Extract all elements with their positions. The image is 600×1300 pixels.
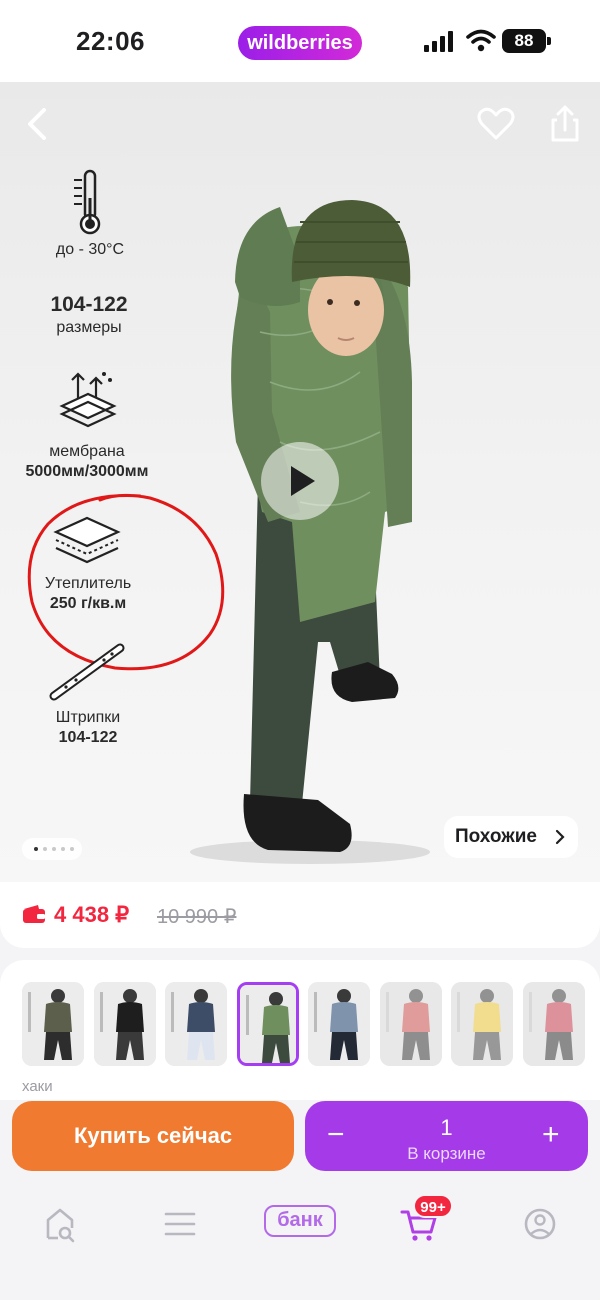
membrane-icon [59,372,117,428]
pagination-dot [43,847,47,851]
price-section: 4 438 ₽ 10 990 ₽ [0,882,600,948]
old-price: 10 990 ₽ [157,906,237,928]
variant-photo [165,982,227,1066]
favorite-button[interactable] [474,102,518,146]
play-video-button[interactable] [261,442,339,520]
menu-icon [164,1212,196,1236]
variant-photo [379,982,442,1066]
product-gallery[interactable]: до - 30°C 104-122 размеры мембрана 5000м… [0,82,600,882]
variant-photo [522,982,585,1066]
variant-photo [308,982,370,1066]
variant-thumbnail[interactable] [236,982,299,1066]
variant-photo [93,982,156,1066]
tab-profile[interactable] [518,1204,562,1244]
chevron-right-icon [555,829,565,845]
pagination-dot-active [34,847,38,851]
share-icon [551,105,579,142]
variant-thumbnail[interactable] [379,982,442,1066]
variant-photo [451,982,513,1066]
pagination-dot [61,847,65,851]
insulation-layers-icon [53,516,121,564]
bottom-tab-bar: банк 99+ [0,1186,600,1300]
variant-thumbnail[interactable] [308,982,370,1066]
play-icon [291,466,315,496]
heart-icon [477,107,515,140]
selected-color-label: хаки [22,1078,53,1095]
feature-membrane: мембрана 5000мм/3000мм [14,442,160,482]
similar-products-button[interactable]: Похожие [444,816,578,858]
feature-sizes: 104-122 размеры [30,292,148,338]
pagination-dot [70,847,74,851]
clock: 22:06 [76,26,145,56]
cart-quantity-control: − 1 В корзине + [305,1101,588,1171]
status-bar: 22:06 wildberries 88 [0,0,600,82]
battery-tip [547,37,551,45]
color-variants: хаки [0,960,600,1100]
wallet-icon [23,905,45,923]
buy-now-button[interactable]: Купить сейчас [12,1101,294,1171]
status-icons: 88 [424,28,552,54]
feature-stirrups-value: 104-122 [58,729,118,746]
current-price: 4 438 ₽ [54,902,130,927]
battery-level: 88 [502,29,546,53]
increase-quantity-button[interactable]: + [542,1120,566,1150]
variant-thumbnail[interactable] [22,982,84,1066]
share-button[interactable] [543,102,587,146]
feature-insulation: Утеплитель 250 г/кв.м [28,574,148,614]
thermometer-icon [74,169,101,235]
tab-home[interactable] [38,1204,82,1244]
feature-stirrups: Штрипки 104-122 [28,708,148,748]
feature-sizes-value: 104-122 [50,293,128,316]
variant-photo [22,982,84,1066]
stirrup-strap-icon [49,643,125,701]
feature-temperature: до - 30°C [30,240,150,260]
feature-temperature-label: до - 30°C [55,241,125,258]
variant-thumbnail[interactable] [93,982,156,1066]
cart-count-badge: 99+ [413,1194,453,1218]
feature-stirrups-label: Штрипки [55,709,121,726]
pagination-dot [52,847,56,851]
cellular-signal-icon [424,31,453,52]
feature-sizes-label: размеры [56,319,122,336]
feature-membrane-value: 5000мм/3000мм [25,463,149,480]
profile-icon [524,1208,556,1240]
tab-bank[interactable]: банк [264,1205,336,1237]
brand-logo: wildberries [238,26,362,60]
feature-insulation-value: 250 г/кв.м [49,595,127,612]
chevron-left-icon [28,108,46,140]
variant-thumbnail[interactable] [522,982,585,1066]
variant-photo [239,985,296,1063]
home-search-icon [46,1208,75,1243]
back-button[interactable] [16,102,60,146]
variant-thumbnail[interactable] [165,982,227,1066]
wifi-icon [466,29,496,52]
similar-label: Похожие [455,826,537,847]
feature-membrane-label: мембрана [49,443,125,460]
variant-thumbnail[interactable] [451,982,513,1066]
feature-insulation-label: Утеплитель [44,575,132,592]
gallery-pagination [22,838,82,860]
tab-catalog[interactable] [158,1204,202,1244]
